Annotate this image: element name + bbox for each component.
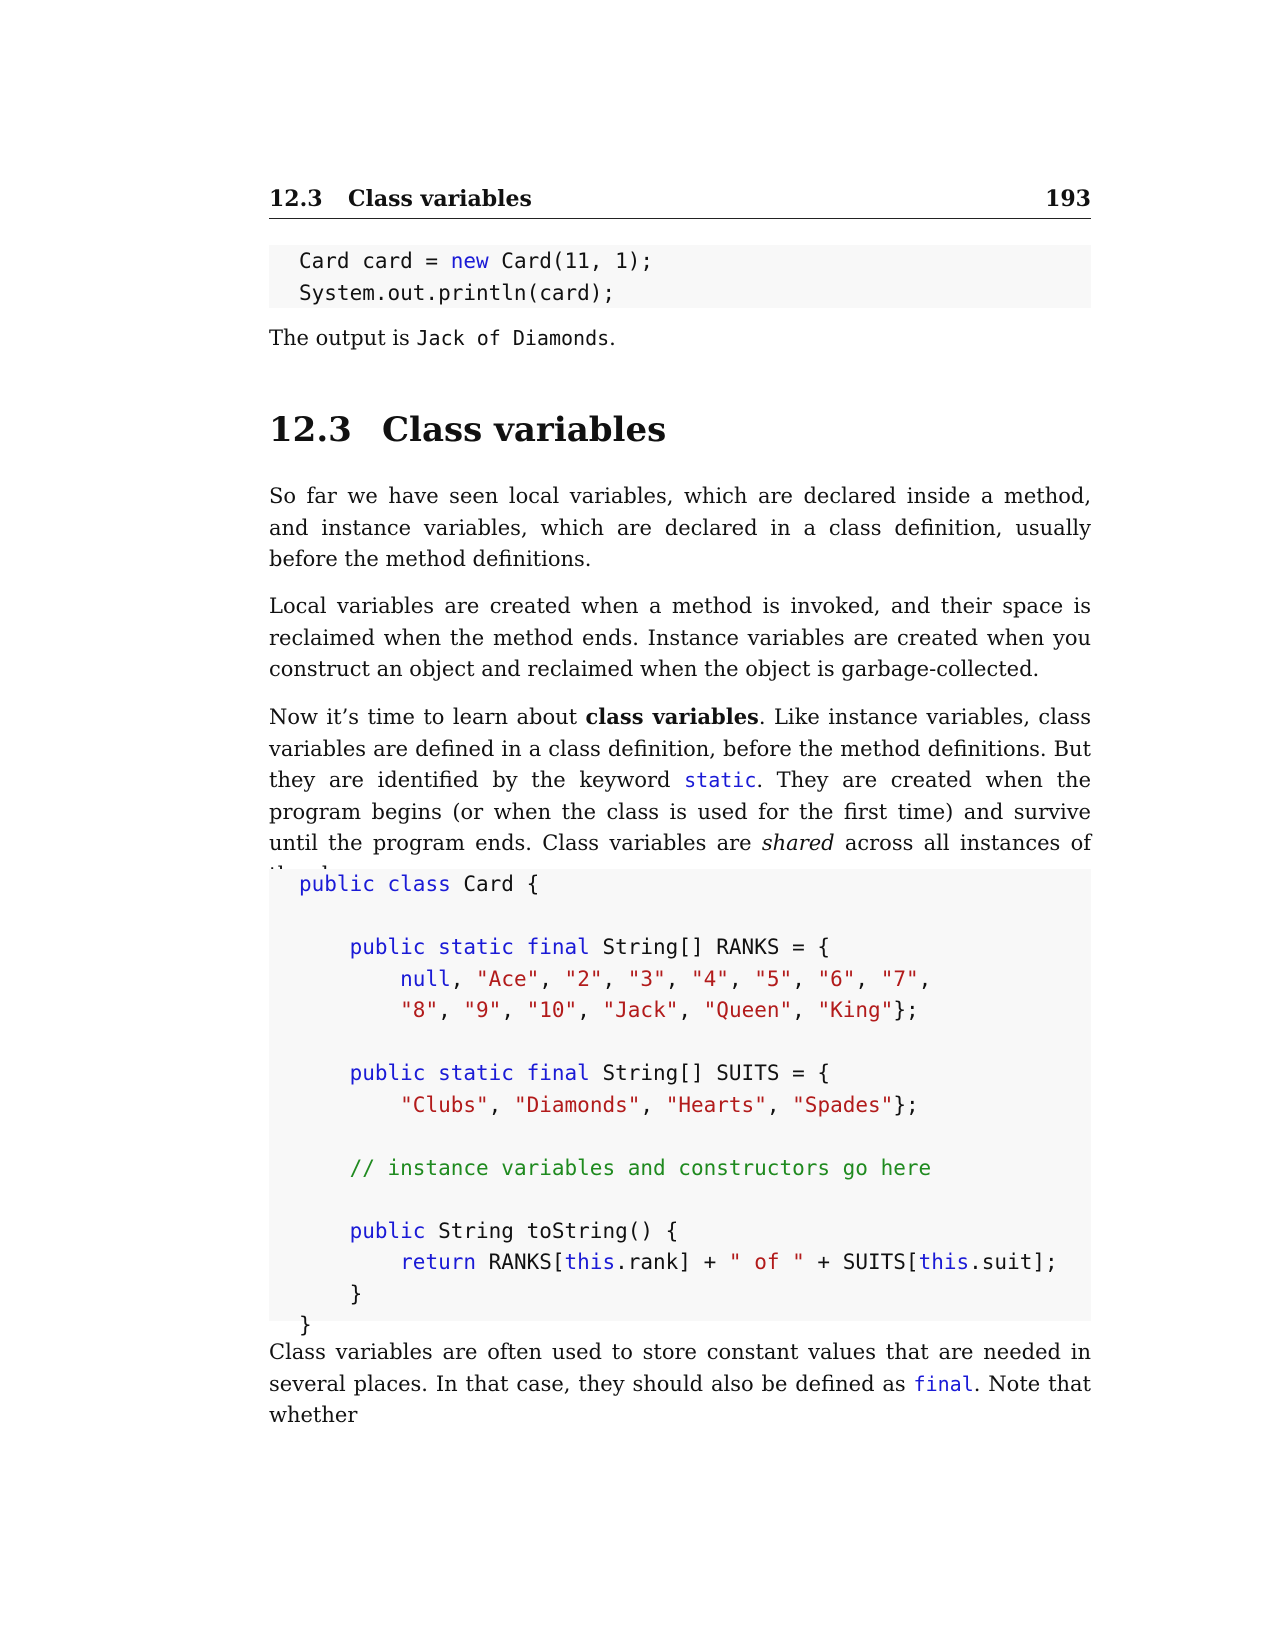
code-line: } [349,1281,363,1306]
code-line: public class Card { [299,872,540,896]
section-title: Class variables [382,410,667,450]
emphasis-shared: shared [761,831,835,855]
code-line: public static final String[] RANKS = { [349,935,831,959]
keyword-final: final [913,1371,974,1396]
code-line-comment: // instance variables and constructors g… [349,1155,932,1180]
header-section-title: Class variables [348,186,532,212]
document-page: 12.3 Class variables 193 Card card = new… [269,0,1091,1650]
term-class-variables: class variables [585,704,759,729]
paragraph: Now it’s time to learn about class varia… [269,704,1091,887]
section-number: 12.3 [269,410,352,450]
output-sentence: The output is Jack of Diamonds. [269,326,616,350]
keyword-static: static [684,768,757,792]
code-line: "8", "9", "10", "Jack", "Queen", "King"}… [400,998,919,1022]
code-line: public String toString() { [349,1218,679,1243]
running-header: 12.3 Class variables 193 [269,186,1091,219]
page-number: 193 [1045,186,1091,212]
code-line: Card card = new Card(11, 1); [299,249,654,273]
paragraph: Local variables are created when a metho… [269,594,1091,681]
code-line: return RANKS[this.rank] + " of " + SUITS… [400,1250,1058,1274]
paragraph: Class variables are often used to store … [269,1340,1091,1427]
code-block-card-class: public class Card { public static final … [269,869,1091,1337]
code-line: null, "Ace", "2", "3", "4", "5", "6", "7… [400,966,932,991]
header-section-number: 12.3 [269,186,323,212]
code-block-card-example: Card card = new Card(11, 1); System.out.… [269,245,1091,308]
code-line: public static final String[] SUITS = { [349,1061,831,1085]
output-code: Jack of Diamonds [416,326,610,350]
code-line: System.out.println(card); [299,280,616,305]
paragraph: So far we have seen local variables, whi… [269,484,1091,571]
code-line: "Clubs", "Diamonds", "Hearts", "Spades"}… [400,1092,919,1117]
